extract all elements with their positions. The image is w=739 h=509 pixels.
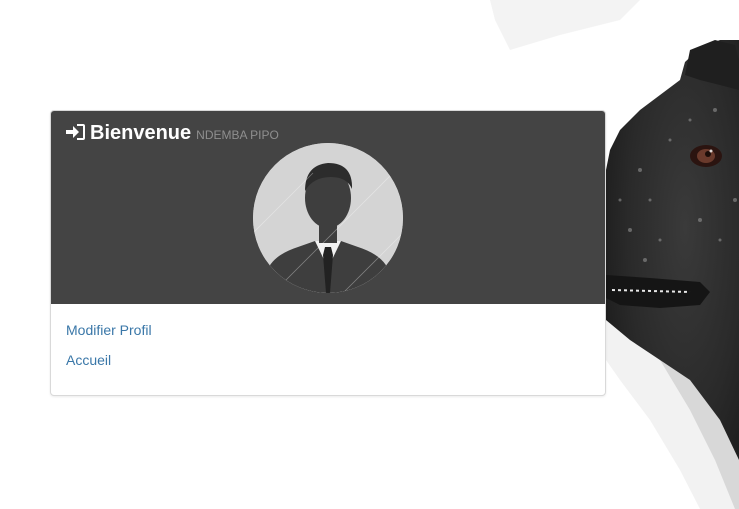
panel-title: Bienvenue [90, 122, 192, 144]
welcome-panel: Bienvenue NDEMBA PIPO Modifier Profil Ac… [50, 110, 606, 396]
sign-in-icon [66, 123, 86, 141]
panel-header: Bienvenue NDEMBA PIPO [51, 111, 605, 304]
username-label: NDEMBA PIPO [196, 128, 279, 142]
user-avatar [253, 143, 403, 293]
user-silhouette-icon [253, 143, 403, 293]
panel-body: Modifier Profil Accueil [51, 304, 605, 395]
edit-profile-link[interactable]: Modifier Profil [66, 322, 152, 338]
panel-title-row: Bienvenue NDEMBA PIPO [66, 121, 279, 145]
home-link[interactable]: Accueil [66, 352, 111, 368]
